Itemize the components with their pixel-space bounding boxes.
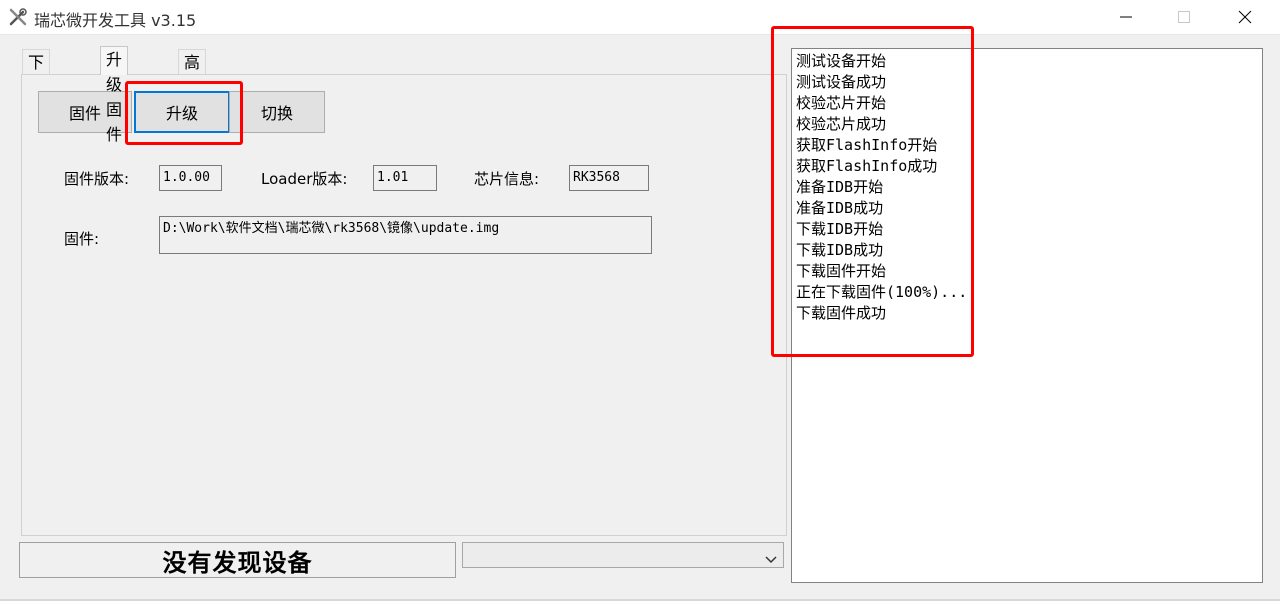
loader-version-label: Loader版本: (261, 170, 348, 188)
minimize-icon (1120, 16, 1132, 18)
log-line: 准备IDB开始 (796, 178, 884, 196)
log-line: 获取FlashInfo开始 (796, 136, 938, 154)
upgrade-firmware-panel (21, 74, 787, 536)
tab-upgrade-firmware[interactable]: 升级固件 (100, 46, 129, 144)
maximize-icon (1178, 11, 1190, 23)
title-bar[interactable]: 瑞芯微开发工具 v3.15 (0, 0, 1280, 35)
close-button[interactable] (1215, 0, 1275, 34)
device-select[interactable] (462, 542, 784, 568)
tab-download-image[interactable]: 下载镜像 (22, 49, 51, 147)
firmware-version-field: 1.0.00 (159, 165, 222, 191)
chevron-down-icon (765, 550, 777, 568)
firmware-path-field: D:\Work\软件文档\瑞芯微\rk3568\镜像\update.img (159, 216, 652, 254)
chip-info-field: RK3568 (569, 165, 649, 191)
maximize-button[interactable] (1154, 0, 1214, 34)
chip-info-label: 芯片信息: (474, 170, 540, 188)
log-line: 正在下载固件(100%)... (796, 283, 968, 301)
window-title: 瑞芯微开发工具 v3.15 (34, 11, 197, 30)
log-line: 获取FlashInfo成功 (796, 157, 938, 175)
log-line: 测试设备开始 (796, 52, 887, 70)
close-icon (1238, 10, 1252, 24)
log-output[interactable]: 测试设备开始 测试设备成功 校验芯片开始 校验芯片成功获取FlashInfo开始 获取F… (791, 48, 1263, 583)
minimize-button[interactable] (1096, 0, 1156, 34)
tab-advanced-functions[interactable]: 高级功能 (178, 49, 207, 147)
log-line: 测试设备成功 (796, 73, 887, 91)
log-line: 下载固件成功 (796, 304, 887, 322)
upgrade-button[interactable]: 升级 (134, 91, 230, 133)
log-line: 准备IDB成功 (796, 199, 884, 217)
firmware-path-label: 固件: (64, 230, 100, 248)
app-window: 瑞芯微开发工具 v3.15 下载镜像 升级固件 高级功能 固件 升级 切换 固件… (0, 0, 1280, 601)
log-line: 下载IDB成功 (796, 241, 884, 259)
switch-button[interactable]: 切换 (229, 91, 325, 133)
log-line: 下载固件开始 (796, 262, 887, 280)
firmware-version-label: 固件版本: (64, 170, 130, 188)
log-line: 下载IDB开始 (796, 220, 884, 238)
device-status: 没有发现设备 (19, 542, 456, 578)
log-line: 校验芯片成功 (796, 115, 887, 133)
loader-version-field: 1.01 (373, 165, 437, 191)
tools-icon (8, 7, 28, 27)
log-line: 校验芯片开始 (796, 94, 887, 112)
